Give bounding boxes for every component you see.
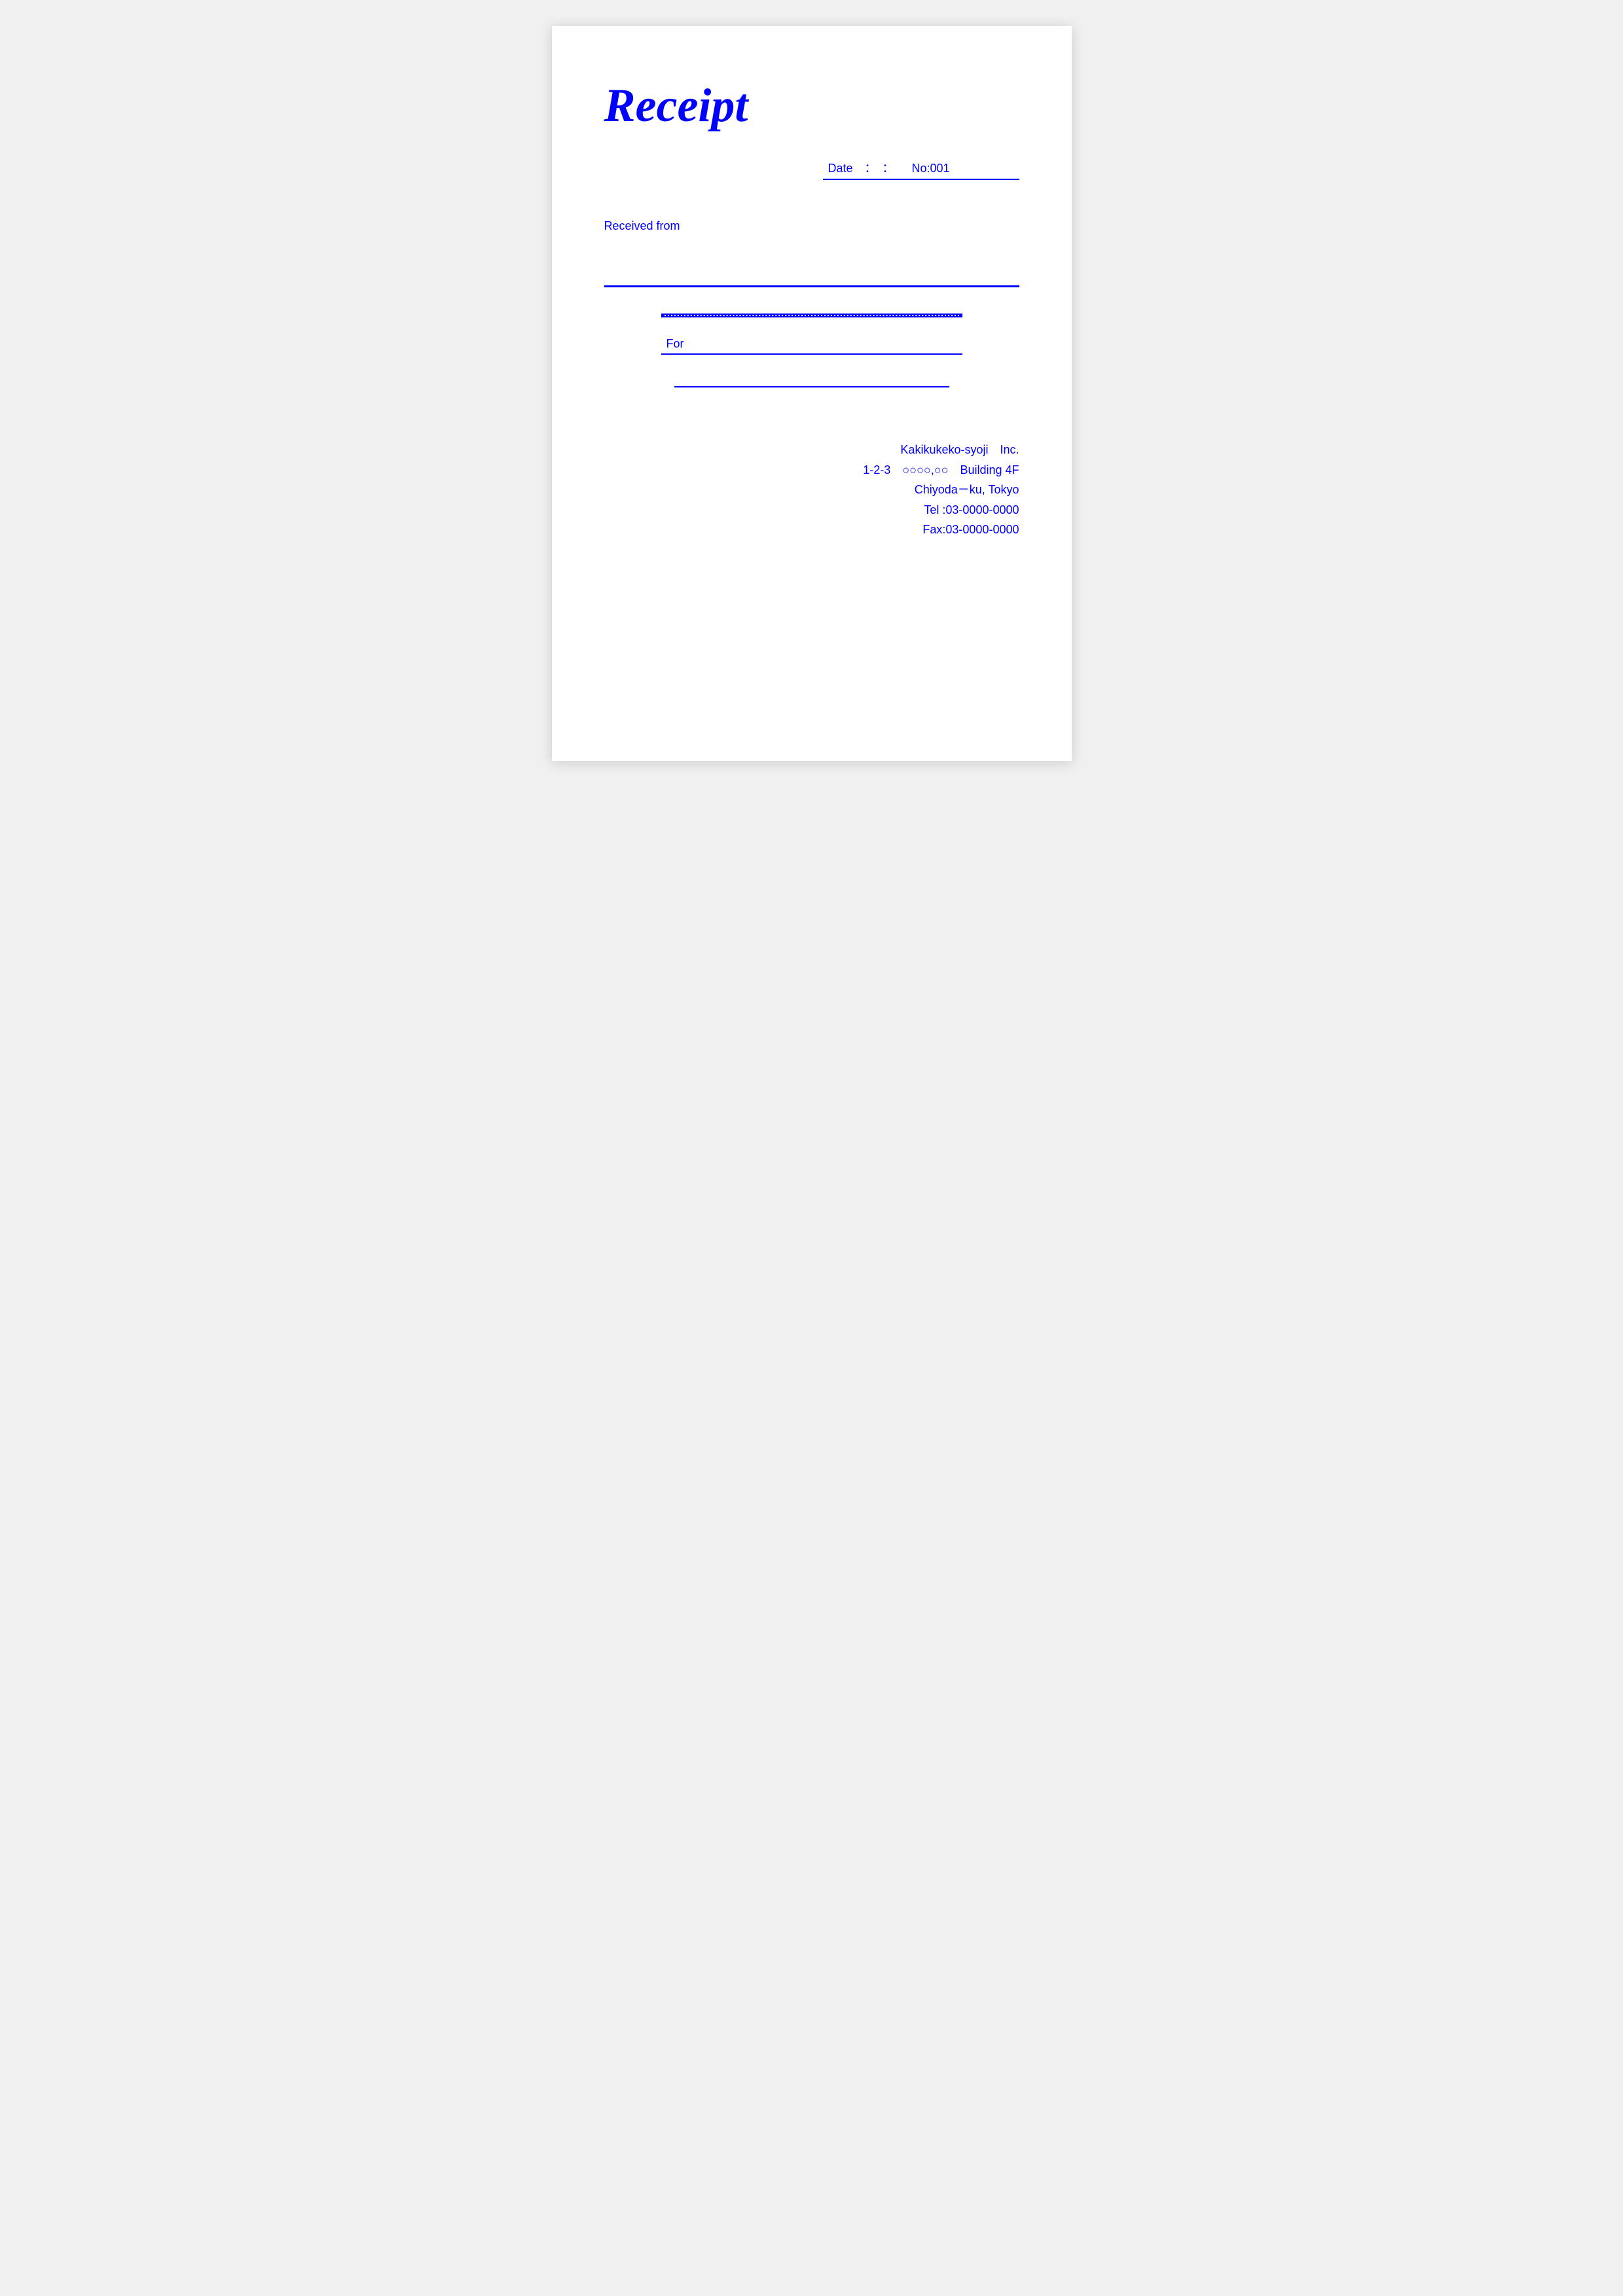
divider bbox=[604, 285, 1019, 287]
received-from-label: Received from bbox=[604, 219, 1019, 233]
for-line: For bbox=[604, 337, 1019, 355]
company-fax: Fax:03-0000-0000 bbox=[922, 520, 1019, 540]
amount-box-wrapper bbox=[604, 314, 1019, 317]
amount-grid bbox=[661, 314, 962, 317]
date-field: Date ： ： No:001 bbox=[823, 159, 1019, 180]
date-row: Date ： ： No:001 bbox=[604, 159, 1019, 180]
company-name: Kakikukeko-syoji Inc. bbox=[900, 440, 1019, 460]
company-tel: Tel :03-0000-0000 bbox=[924, 500, 1019, 520]
company-info: Kakikukeko-syoji Inc. 1-2-3 ○○○○,○○ Buil… bbox=[604, 440, 1019, 540]
grid-row-2 bbox=[663, 315, 961, 316]
for-field: For bbox=[661, 337, 962, 355]
receipt-page: Receipt Date ： ： No:001 Received from bbox=[552, 26, 1072, 761]
company-address: 1-2-3 ○○○○,○○ Building 4F bbox=[863, 460, 1019, 480]
underline-only bbox=[674, 368, 949, 387]
company-city: Chiyoda－ku, Tokyo bbox=[915, 480, 1019, 500]
receipt-title: Receipt bbox=[604, 79, 1019, 133]
underline-field bbox=[604, 368, 1019, 387]
